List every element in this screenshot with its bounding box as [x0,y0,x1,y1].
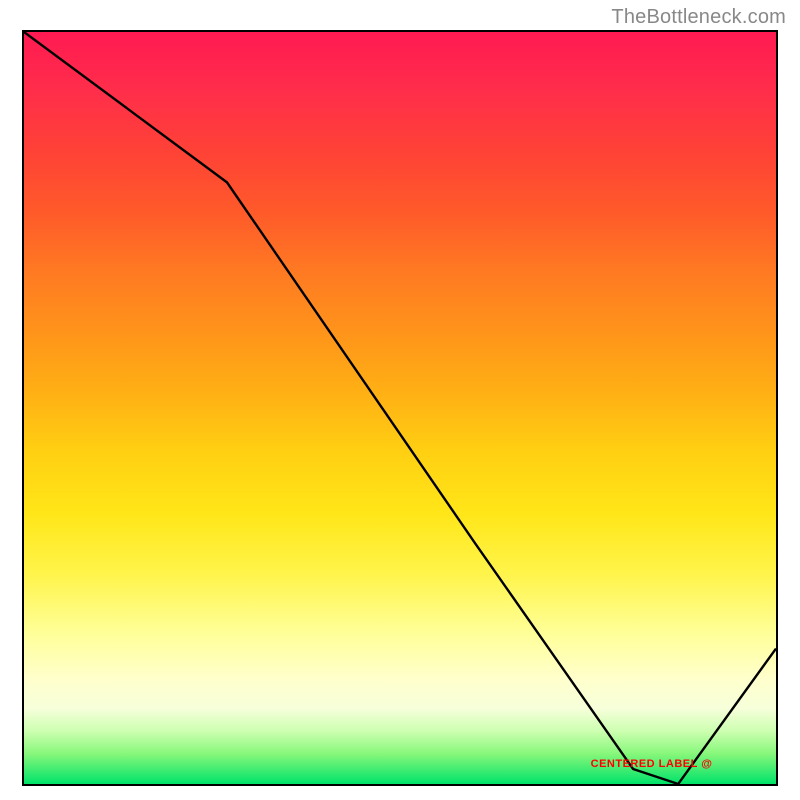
chart-line-plot [24,32,776,784]
page-root: TheBottleneck.com CENTERED LABEL @ [0,0,800,800]
credit-label: TheBottleneck.com [611,6,786,29]
chart-series-curve [24,32,776,784]
chart-area: CENTERED LABEL @ [22,30,778,786]
